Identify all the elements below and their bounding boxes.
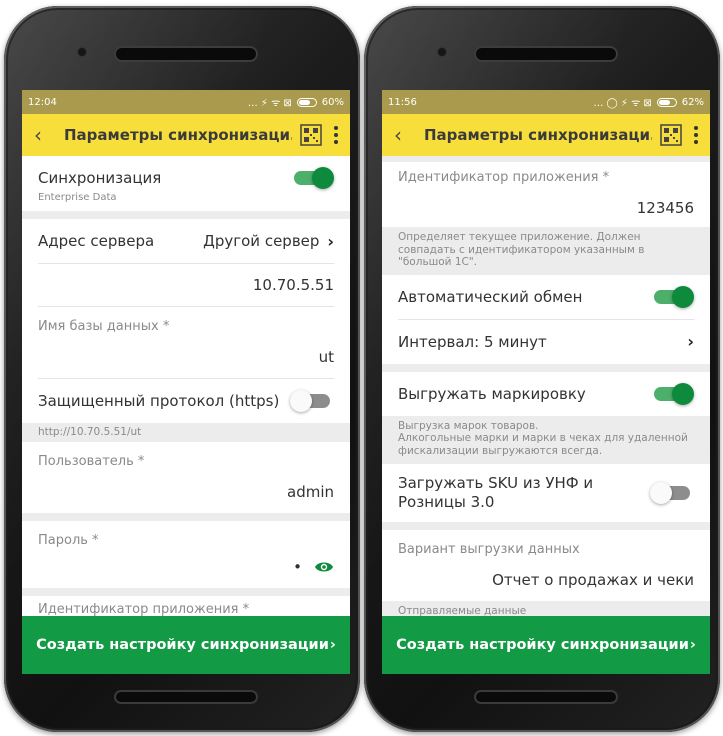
sku-label: Загружать SKU из УНФ и Розницы 3.0 bbox=[398, 473, 594, 511]
create-sync-label: Создать настройку синхронизации bbox=[36, 637, 329, 653]
appid-label: Идентификатор приложения * bbox=[398, 170, 610, 185]
db-field[interactable]: ut bbox=[22, 334, 350, 378]
create-sync-label: Создать настройку синхронизации bbox=[396, 637, 689, 653]
user-label: Пользователь * bbox=[38, 453, 145, 469]
app-bar: ‹ Параметры синхронизаци... bbox=[382, 114, 710, 156]
create-sync-button[interactable]: Создать настройку синхронизации › bbox=[382, 616, 710, 674]
eye-icon[interactable] bbox=[314, 560, 334, 574]
screen-left: 12:04 … ⚡ ᯤ ⊠ 60% ‹ Параметры синхрониза… bbox=[22, 90, 350, 674]
status-time: 12:04 bbox=[28, 96, 57, 108]
status-bar: 12:04 … ⚡ ᯤ ⊠ 60% bbox=[22, 90, 350, 114]
status-bar: 11:56 … ◯ ⚡ ᯤ ⊠ 62% bbox=[382, 90, 710, 114]
https-url-hint: http://10.70.5.51/ut bbox=[22, 423, 350, 442]
sku-row[interactable]: Загружать SKU из УНФ и Розницы 3.0 bbox=[382, 464, 710, 522]
screen-right: 11:56 … ◯ ⚡ ᯤ ⊠ 62% ‹ Параметры синхрони… bbox=[382, 90, 710, 674]
settings-list: Синхронизация Enterprise Data Адрес серв… bbox=[22, 156, 350, 674]
marking-label: Выгружать маркировку bbox=[398, 384, 586, 403]
phone-right: 11:56 … ◯ ⚡ ᯤ ⊠ 62% ‹ Параметры синхрони… bbox=[364, 6, 720, 732]
chevron-right-icon: › bbox=[327, 231, 334, 251]
appid-field[interactable]: 123456 bbox=[382, 185, 710, 227]
auto-exchange-row[interactable]: Автоматический обмен bbox=[382, 275, 710, 319]
arrow-left-icon[interactable]: ‹ bbox=[394, 123, 418, 147]
password-field[interactable]: • bbox=[22, 548, 350, 588]
status-time: 11:56 bbox=[388, 96, 417, 108]
appid-hint: Определяет текущее приложение. Должен со… bbox=[382, 227, 710, 275]
server-address[interactable]: 10.70.5.51 bbox=[22, 264, 350, 306]
speaker-grille bbox=[116, 48, 256, 60]
server-row[interactable]: Адрес сервера Другой сервер › bbox=[22, 219, 350, 263]
chevron-right-icon: › bbox=[689, 637, 696, 653]
more-vert-icon[interactable] bbox=[330, 126, 342, 144]
server-choice: Другой сервер bbox=[203, 232, 320, 250]
create-sync-button[interactable]: Создать настройку синхронизации › bbox=[22, 616, 350, 674]
sync-sub: Enterprise Data bbox=[38, 192, 117, 203]
https-label: Защищенный протокол (https) bbox=[38, 392, 280, 410]
page-title: Параметры синхронизаци... bbox=[424, 126, 652, 144]
marking-row[interactable]: Выгружать маркировку bbox=[382, 372, 710, 416]
https-row[interactable]: Защищенный протокол (https) bbox=[22, 379, 350, 423]
qr-code-icon[interactable] bbox=[660, 124, 682, 146]
front-camera bbox=[438, 48, 446, 56]
auto-exchange-toggle[interactable] bbox=[650, 285, 694, 308]
speaker-grille bbox=[476, 48, 616, 60]
battery-icon bbox=[656, 97, 677, 107]
variant-field[interactable]: Отчет о продажах и чеки bbox=[382, 557, 710, 601]
user-field[interactable]: admin bbox=[22, 469, 350, 513]
variant-label: Вариант выгрузки данных bbox=[398, 541, 580, 557]
bottom-grille bbox=[116, 692, 256, 702]
qr-code-icon[interactable] bbox=[300, 124, 322, 146]
server-label: Адрес сервера bbox=[38, 232, 155, 250]
password-label: Пароль * bbox=[38, 532, 99, 548]
settings-list: Идентификатор приложения * 123456 Опреде… bbox=[382, 156, 710, 674]
marking-hint: Выгрузка марок товаров. Алкогольные марк… bbox=[382, 415, 710, 464]
front-camera bbox=[78, 48, 86, 56]
phone-left: 12:04 … ⚡ ᯤ ⊠ 60% ‹ Параметры синхрониза… bbox=[4, 6, 360, 732]
arrow-left-icon[interactable]: ‹ bbox=[34, 123, 58, 147]
app-bar: ‹ Параметры синхронизаци... bbox=[22, 114, 350, 156]
battery-percent: 62% bbox=[681, 96, 704, 108]
status-indicator-icons: … ◯ ⚡ ᯤ ⊠ bbox=[593, 98, 652, 109]
chevron-right-icon: › bbox=[687, 332, 694, 352]
sync-toggle[interactable] bbox=[290, 167, 334, 189]
interval-label: Интервал: 5 минут bbox=[398, 332, 547, 351]
battery-percent: 60% bbox=[321, 96, 344, 108]
https-toggle[interactable] bbox=[290, 390, 334, 412]
chevron-right-icon: › bbox=[329, 637, 336, 653]
bottom-grille bbox=[476, 692, 616, 702]
auto-exchange-label: Автоматический обмен bbox=[398, 287, 583, 306]
marking-toggle[interactable] bbox=[650, 382, 694, 405]
password-dots: • bbox=[293, 557, 302, 576]
more-vert-icon[interactable] bbox=[690, 126, 702, 144]
sync-label: Синхронизация bbox=[38, 169, 162, 187]
interval-row[interactable]: Интервал: 5 минут › bbox=[382, 320, 710, 364]
sku-toggle[interactable] bbox=[650, 481, 694, 504]
page-title: Параметры синхронизаци... bbox=[64, 126, 292, 144]
appid-label: Идентификатор приложения * bbox=[38, 601, 250, 617]
db-label: Имя базы данных * bbox=[38, 319, 170, 334]
status-icons: … ⚡ ᯤ ⊠ 60% bbox=[247, 95, 344, 110]
status-indicator-icons: … ⚡ ᯤ ⊠ bbox=[247, 98, 292, 109]
battery-icon bbox=[296, 97, 317, 107]
status-icons: … ◯ ⚡ ᯤ ⊠ 62% bbox=[593, 95, 704, 110]
